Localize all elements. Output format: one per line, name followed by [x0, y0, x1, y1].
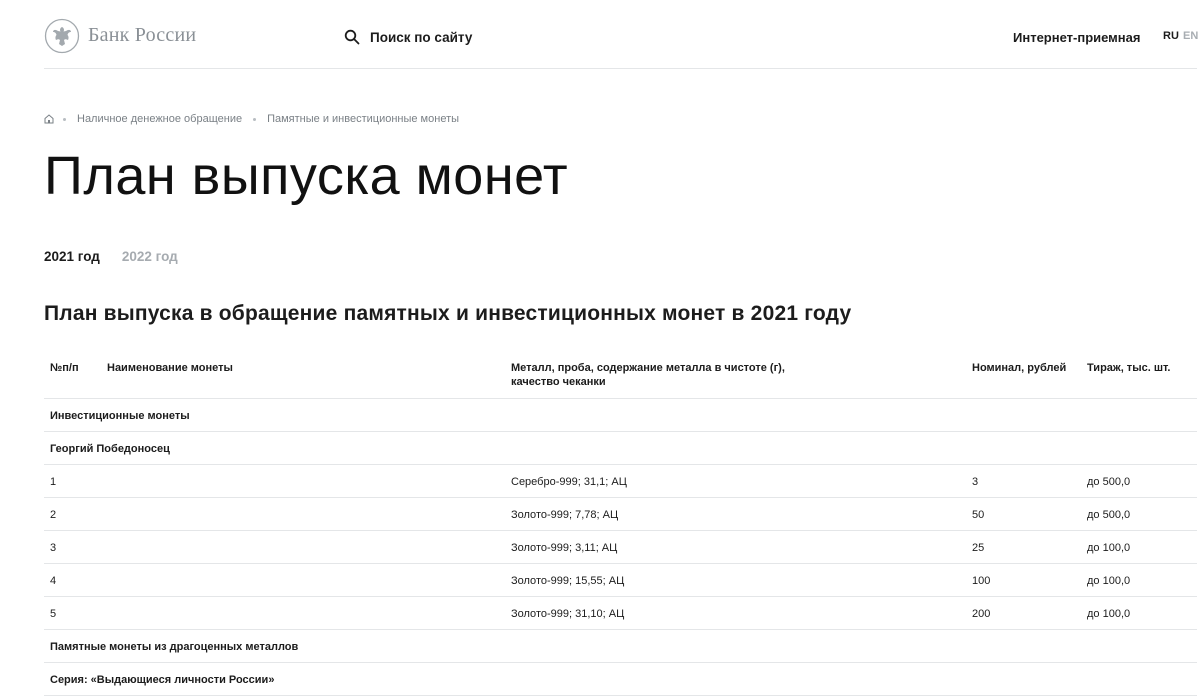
cell-metal: Золото-999; 3,11; АЦ [511, 542, 618, 554]
bank-emblem-icon[interactable] [44, 18, 80, 54]
cell-denomination: 100 [972, 575, 991, 587]
logo-text[interactable]: Банк России [88, 24, 196, 47]
cell-denomination: 50 [972, 509, 985, 521]
group-label: Инвестиционные монеты [50, 410, 190, 422]
group-label: Памятные монеты из драгоценных металлов [50, 641, 299, 653]
cell-num: 3 [50, 542, 57, 554]
header-denomination: Номинал, рублей [972, 362, 1067, 374]
tab-2021[interactable]: 2021 год [44, 249, 100, 264]
site-header: Банк России Поиск по сайту Интернет-прие… [0, 0, 1200, 69]
search-icon [344, 29, 360, 45]
header-metal-line1: Металл, проба, содержание металла в чист… [511, 362, 785, 374]
header-metal-line2: качество чеканки [511, 376, 606, 388]
cell-num: 5 [50, 608, 57, 620]
table-header: №п/п Наименование монеты Металл, проба, … [44, 352, 1197, 399]
home-icon[interactable] [44, 114, 54, 124]
cell-denomination: 200 [972, 608, 991, 620]
cell-mintage: до 100,0 [1087, 542, 1131, 554]
table-subgroup-row: Серия: «Выдающиеся личности России» [44, 663, 1197, 696]
internet-reception-link[interactable]: Интернет-приемная [1013, 30, 1140, 45]
subgroup-label: Серия: «Выдающиеся личности России» [50, 674, 275, 686]
header-num: №п/п [50, 362, 79, 374]
cell-num: 2 [50, 509, 57, 521]
search-button[interactable]: Поиск по сайту [344, 27, 472, 47]
table-row: 2 Золото-999; 7,78; АЦ 50 до 500,0 [44, 498, 1197, 531]
breadcrumb-separator [253, 117, 257, 121]
cell-metal: Золото-999; 7,78; АЦ [511, 509, 619, 521]
cell-num: 1 [50, 476, 57, 488]
subgroup-label: Георгий Победоносец [50, 443, 170, 455]
breadcrumb-link-cash-circulation[interactable]: Наличное денежное обращение [77, 113, 242, 125]
breadcrumb-separator [63, 117, 66, 121]
cell-mintage: до 500,0 [1087, 509, 1131, 521]
year-tabs: 2021 год 2022 год [44, 249, 200, 264]
table-subgroup-row: Георгий Победоносец [44, 432, 1197, 465]
cell-metal: Серебро-999; 31,1; АЦ [511, 476, 627, 488]
header-name: Наименование монеты [107, 362, 233, 374]
table-row: 4 Золото-999; 15,55; АЦ 100 до 100,0 [44, 564, 1197, 597]
search-label: Поиск по сайту [370, 29, 473, 45]
page-title: План выпуска монет [44, 146, 569, 206]
table-row: 3 Золото-999; 3,11; АЦ 25 до 100,0 [44, 531, 1197, 564]
cell-mintage: до 100,0 [1087, 608, 1131, 620]
table-group-row: Инвестиционные монеты [44, 399, 1197, 432]
cell-mintage: до 100,0 [1087, 575, 1131, 587]
header-metal: Металл, проба, содержание металла в чист… [511, 361, 785, 389]
table-group-row: Памятные монеты из драгоценных металлов [44, 630, 1197, 663]
cell-metal: Золото-999; 31,10; АЦ [511, 608, 625, 620]
table-row: 1 Серебро-999; 31,1; АЦ 3 до 500,0 [44, 465, 1197, 498]
section-title: План выпуска в обращение памятных и инве… [44, 302, 852, 325]
cell-num: 4 [50, 575, 57, 587]
cell-mintage: до 500,0 [1087, 476, 1131, 488]
table-row: 5 Золото-999; 31,10; АЦ 200 до 100,0 [44, 597, 1197, 630]
lang-en-link[interactable]: EN [1183, 30, 1198, 42]
lang-ru-link[interactable]: RU [1163, 30, 1179, 42]
cell-denomination: 25 [972, 542, 985, 554]
header-divider [44, 68, 1197, 69]
coin-plan-table: №п/п Наименование монеты Металл, проба, … [44, 352, 1197, 696]
tab-2022[interactable]: 2022 год [122, 249, 178, 264]
breadcrumb-link-coins[interactable]: Памятные и инвестиционные монеты [267, 113, 459, 125]
cell-denomination: 3 [972, 476, 979, 488]
header-mintage: Тираж, тыс. шт. [1087, 362, 1171, 374]
cell-metal: Золото-999; 15,55; АЦ [511, 575, 625, 587]
breadcrumb: Наличное денежное обращение Памятные и и… [44, 113, 459, 125]
